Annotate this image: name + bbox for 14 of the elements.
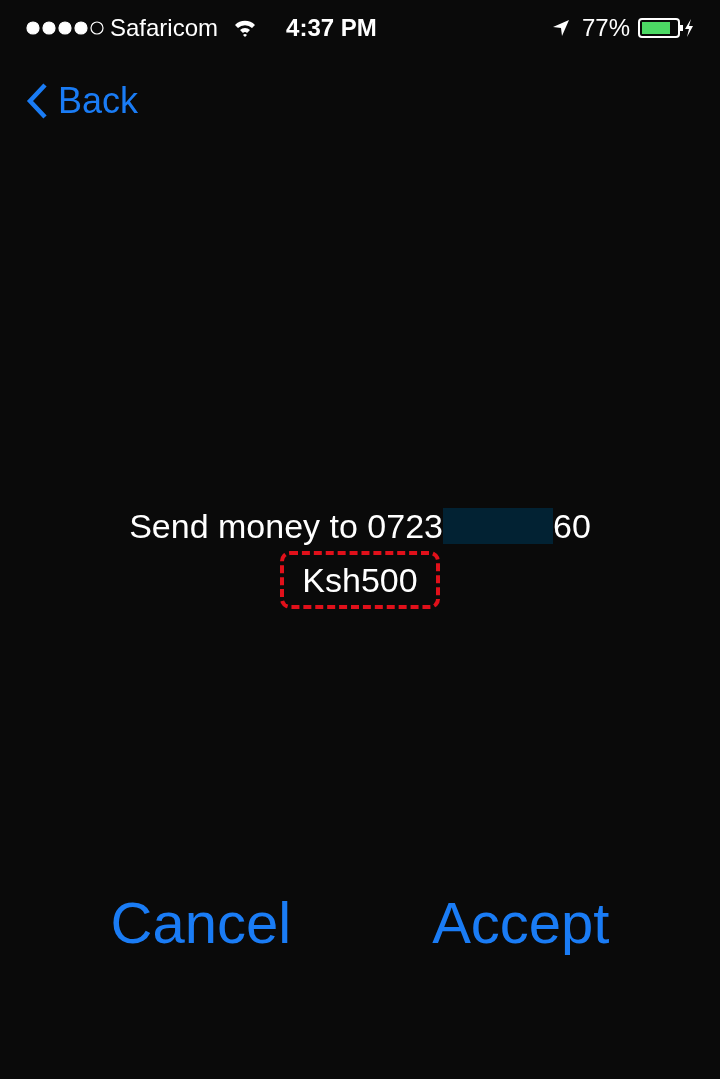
battery-charging-icon (638, 17, 694, 39)
message-text: Send money to 0723 (129, 506, 443, 547)
clock-time: 4:37 PM (286, 13, 377, 43)
chevron-left-icon (26, 82, 48, 120)
wifi-icon (234, 19, 257, 37)
carrier-name: Safaricom (110, 13, 219, 43)
location-arrow-icon (551, 19, 570, 37)
message-text: 60 (553, 506, 591, 547)
back-button[interactable]: Back (26, 74, 139, 128)
battery-percentage: 77% (581, 13, 630, 43)
amount-text: Ksh500 (280, 551, 440, 609)
accept-button[interactable]: Accept (432, 879, 610, 966)
cancel-button[interactable]: Cancel (110, 879, 292, 966)
signal-strength-icon (26, 21, 106, 35)
